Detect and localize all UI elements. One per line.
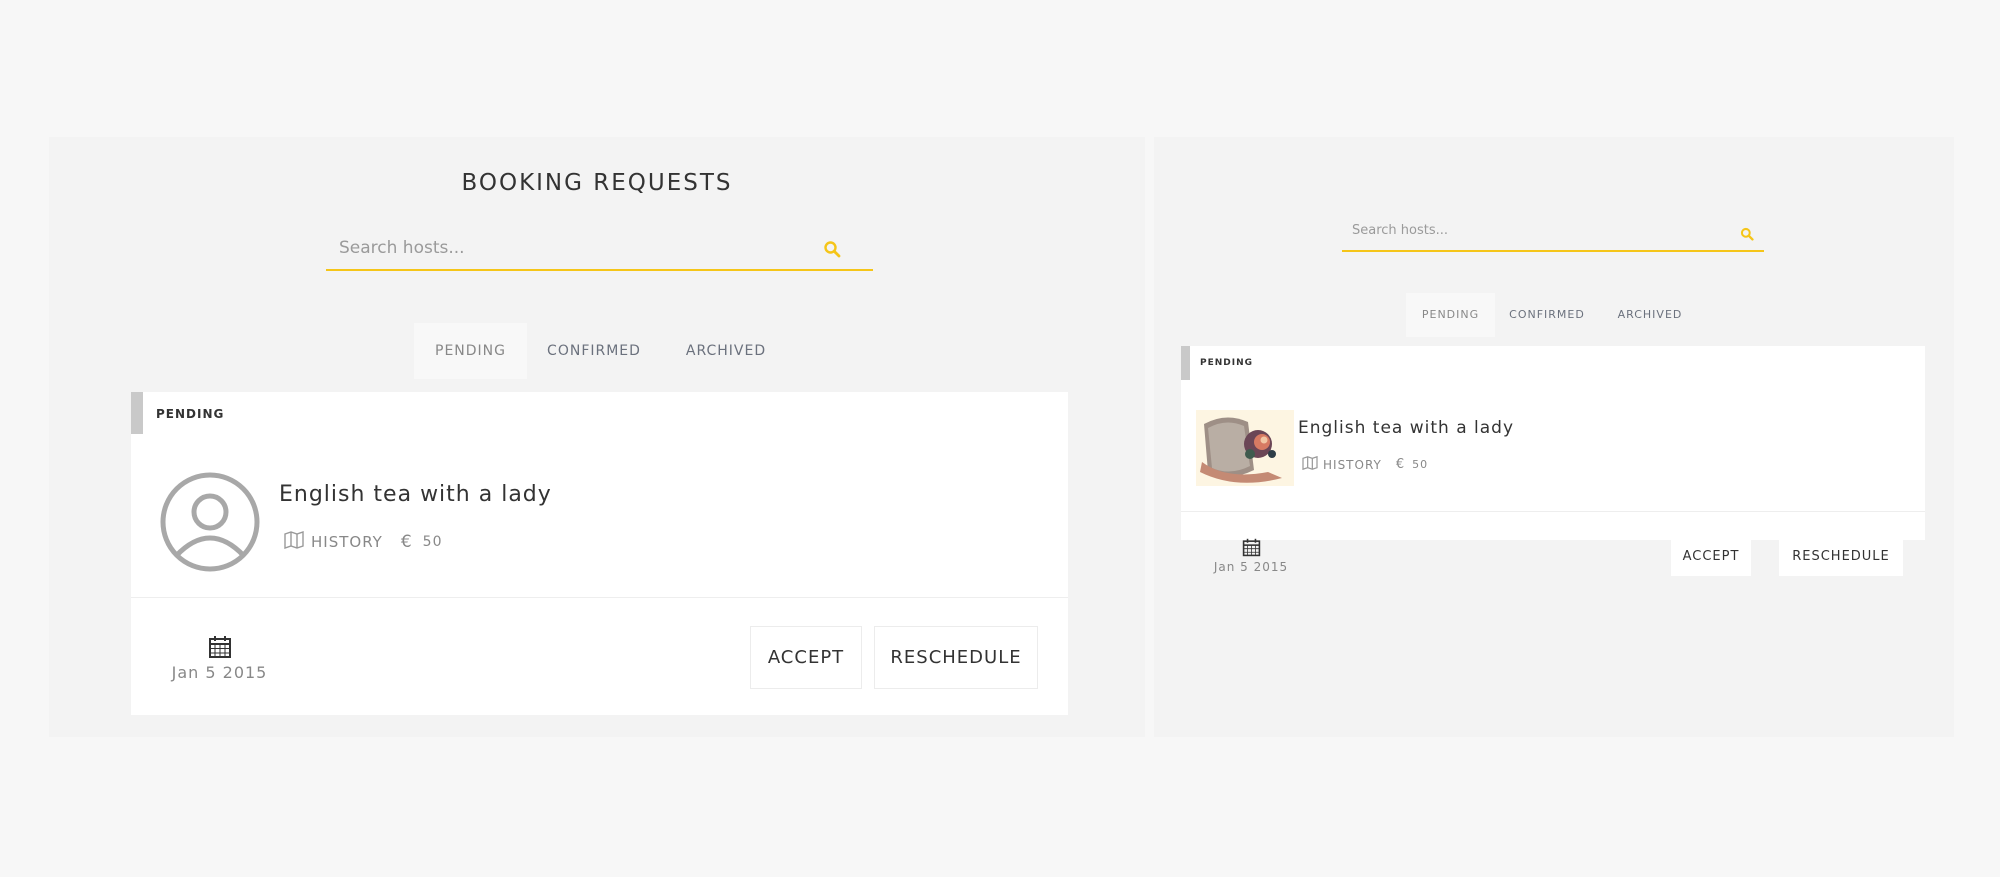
date-block: Jan 5 2015: [1209, 538, 1293, 574]
tab-archived[interactable]: ARCHIVED: [676, 323, 776, 379]
card-meta: HISTORY € 50: [1302, 455, 1429, 473]
search-icon[interactable]: [1740, 226, 1754, 245]
category-label: HISTORY: [311, 533, 383, 551]
calendar-icon: [161, 635, 278, 663]
booking-card: PENDING English tea with a lady HISTORY …: [131, 392, 1068, 715]
category-label: HISTORY: [1323, 457, 1382, 472]
card-title: English tea with a lady: [1298, 418, 1515, 438]
card-divider: [131, 597, 1068, 598]
currency-symbol: €: [400, 532, 413, 552]
request-date: Jan 5 2015: [1213, 560, 1289, 574]
map-icon: [284, 531, 304, 553]
status-indicator: [131, 392, 143, 434]
reschedule-button[interactable]: RESCHEDULE: [1779, 536, 1903, 576]
price-value: 50: [422, 534, 443, 550]
tab-pending[interactable]: PENDING: [414, 323, 527, 379]
request-date: Jan 5 2015: [171, 663, 268, 682]
booking-card: PENDING English tea with a lady HISTORY …: [1181, 346, 1925, 576]
accept-button[interactable]: ACCEPT: [750, 626, 862, 689]
date-block: Jan 5 2015: [161, 635, 278, 682]
card-divider: [1181, 511, 1925, 512]
reschedule-button[interactable]: RESCHEDULE: [874, 626, 1038, 689]
calendar-icon: [1209, 538, 1293, 560]
search-field[interactable]: [326, 233, 873, 271]
status-badge: PENDING: [156, 407, 225, 421]
search-input[interactable]: [326, 233, 873, 269]
status-indicator: [1181, 346, 1190, 380]
status-badge: PENDING: [1200, 358, 1254, 368]
accept-button[interactable]: ACCEPT: [1671, 536, 1751, 576]
search-input[interactable]: [1342, 217, 1764, 250]
card-title: English tea with a lady: [279, 482, 552, 507]
price-value: 50: [1412, 458, 1429, 471]
search-field[interactable]: [1342, 217, 1764, 252]
currency-symbol: €: [1395, 457, 1406, 472]
tab-archived[interactable]: ARCHIVED: [1610, 293, 1690, 337]
tab-pending[interactable]: PENDING: [1406, 293, 1495, 337]
tab-confirmed[interactable]: CONFIRMED: [1502, 293, 1592, 337]
experience-thumbnail: [1196, 410, 1294, 486]
avatar: [160, 472, 260, 572]
booking-requests-panel-large: BOOKING REQUESTS PENDING CONFIRMED ARCHI…: [49, 137, 1145, 737]
search-icon[interactable]: [823, 240, 841, 262]
booking-requests-panel-compact: PENDING CONFIRMED ARCHIVED PENDING Engli…: [1154, 137, 1954, 737]
page-title: BOOKING REQUESTS: [461, 170, 733, 196]
card-meta: HISTORY € 50: [284, 531, 442, 553]
map-icon: [1302, 455, 1318, 473]
tab-confirmed[interactable]: CONFIRMED: [534, 323, 654, 379]
